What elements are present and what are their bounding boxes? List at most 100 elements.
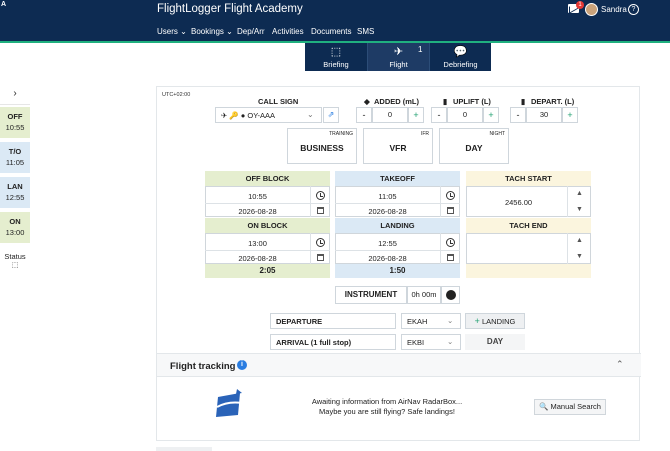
status-icon: ⬚ [11,262,19,269]
tach-footer [466,264,591,278]
added-plus-button[interactable]: + [408,107,424,123]
decrement-icon[interactable]: ▼ [576,206,583,213]
chevron-right-icon[interactable]: › [0,82,30,105]
chevron-down-icon: ⌄ [447,337,454,346]
summary-on-title: ON [9,217,21,226]
help-icon[interactable]: ? [628,4,639,15]
added-input[interactable]: 0 [372,107,408,123]
depart-minus-button[interactable]: - [510,107,526,123]
training-small-label: TRAINING [329,131,353,137]
landing-time[interactable]: 12:55 [335,239,440,248]
increment-icon[interactable]: ▲ [576,190,583,197]
tab-briefing[interactable]: ⬚ Briefing [305,43,367,71]
summary-off-value: 10:55 [5,123,25,132]
tab-flight-label: Flight [389,60,408,69]
ifr-small-label: IFR [420,131,429,137]
vfr-toggle[interactable]: IFR VFR [363,128,433,164]
tach-start-input[interactable]: 2456.00 [466,198,571,207]
manual-search-label: Manual Search [550,402,601,411]
user-name[interactable]: Sandra [601,5,627,14]
night-small-label: NIGHT [489,131,505,137]
arrival-field[interactable]: ARRIVAL (1 full stop) [270,334,396,350]
on-block-header: ON BLOCK [205,218,330,233]
summary-on: ON 13:00 [0,212,30,243]
oil-icon: ◆ [364,97,370,106]
summary-to: T/O 11:05 [0,142,30,173]
external-link-icon[interactable]: ⇗ [323,107,339,123]
nav-sms[interactable]: SMS [357,27,374,36]
decrement-icon[interactable]: ▼ [576,253,583,260]
avatar[interactable] [585,3,598,16]
on-block-time[interactable]: 13:00 [205,239,310,248]
depart-plus-button[interactable]: + [562,107,578,123]
takeoff-time[interactable]: 11:05 [335,192,440,201]
clock-icon[interactable] [446,191,455,200]
instrument-input[interactable]: 0h 00m [407,286,441,304]
clock-icon[interactable] [316,191,325,200]
clock-icon [446,290,456,300]
uplift-plus-button[interactable]: + [483,107,499,123]
chevron-up-icon[interactable]: ⌃ [616,359,624,370]
calendar-icon[interactable] [317,207,324,214]
tab-debriefing-label: Debriefing [443,60,478,69]
departure-airport-select[interactable]: EKAH ⌄ [401,313,461,329]
takeoff-date[interactable]: 2026-08-28 [335,207,440,216]
takeoff-divider [440,186,441,217]
arrival-label: ARRIVAL (1 full stop) [276,338,352,347]
uplift-minus-button[interactable]: - [431,107,447,123]
day-toggle[interactable]: NIGHT DAY [439,128,509,164]
lesson-tabs: ⬚ Briefing ✈ Flight 1 💬 Debriefing [305,43,491,71]
tracking-message: Awaiting information from AirNav RadarBo… [287,397,487,417]
clock-icon[interactable] [446,238,455,247]
tracking-message-line1: Awaiting information from AirNav RadarBo… [311,397,463,406]
tab-debriefing[interactable]: 💬 Debriefing [429,43,491,71]
landing-date[interactable]: 2026-08-28 [335,254,440,263]
flight-tracking-header[interactable]: Flight tracking i ⌃ [157,353,641,377]
added-minus-button[interactable]: - [356,107,372,123]
calendar-icon[interactable] [447,207,454,214]
flight-card: UTC+02:00 CALL SIGN ✈ 🔑 ● OY-AAA ⌄ ⇗ ◆ A… [156,86,641,441]
info-icon[interactable]: i [237,360,247,370]
departure-label: DEPARTURE [276,317,323,326]
manual-search-button[interactable]: 🔍 Manual Search [534,399,606,415]
main-nav: Users ⌄ Bookings ⌄ Dep/Arr Activities Do… [0,22,670,42]
nav-users[interactable]: Users ⌄ [157,27,187,36]
off-block-time[interactable]: 10:55 [205,192,310,201]
nav-activities[interactable]: Activities [272,27,304,36]
landing-hdivider [335,250,460,251]
status-item[interactable]: Status ⬚ [0,252,30,269]
summary-lan-title: LAN [7,182,23,191]
add-landing-button[interactable]: + LANDING [465,313,525,329]
calendar-icon[interactable] [317,254,324,261]
nav-dep-arr[interactable]: Dep/Arr [237,27,265,36]
depart-input[interactable]: 30 [526,107,562,123]
instrument-clock-button[interactable] [441,286,460,304]
summary-lan: LAN 12:55 [0,177,30,208]
chevron-down-icon: ⌄ [307,110,314,119]
plus-icon: + [474,316,480,326]
brand-title[interactable]: FlightLogger Flight Academy [157,3,303,15]
status-label: Status [4,252,26,261]
arrival-airport-select[interactable]: EKBI ⌄ [401,334,461,350]
business-label: BUSINESS [300,143,344,153]
clock-icon[interactable] [316,238,325,247]
summary-to-title: T/O [8,147,22,156]
whiteboard-icon: ⬚ [330,46,342,58]
day-label: DAY [465,143,483,153]
increment-icon[interactable]: ▲ [576,237,583,244]
uplift-input[interactable]: 0 [447,107,483,123]
summary-off: OFF 10:55 [0,107,30,138]
next-section-stub [156,447,212,451]
tracking-message-line2: Maybe you are still flying? Safe landing… [319,407,455,416]
calendar-icon[interactable] [447,254,454,261]
depart-label: DEPART. (L) [531,97,575,106]
on-block-date[interactable]: 2026-08-28 [205,254,310,263]
off-block-header: OFF BLOCK [205,171,330,186]
business-toggle[interactable]: TRAINING BUSINESS [287,128,357,164]
departure-field[interactable]: DEPARTURE [270,313,396,329]
timezone-label: UTC+02:00 [162,92,191,98]
nav-documents[interactable]: Documents [311,27,351,36]
nav-bookings[interactable]: Bookings ⌄ [191,27,233,36]
off-block-date[interactable]: 2026-08-28 [205,207,310,216]
callsign-select[interactable]: ✈ 🔑 ● OY-AAA ⌄ [215,107,322,123]
